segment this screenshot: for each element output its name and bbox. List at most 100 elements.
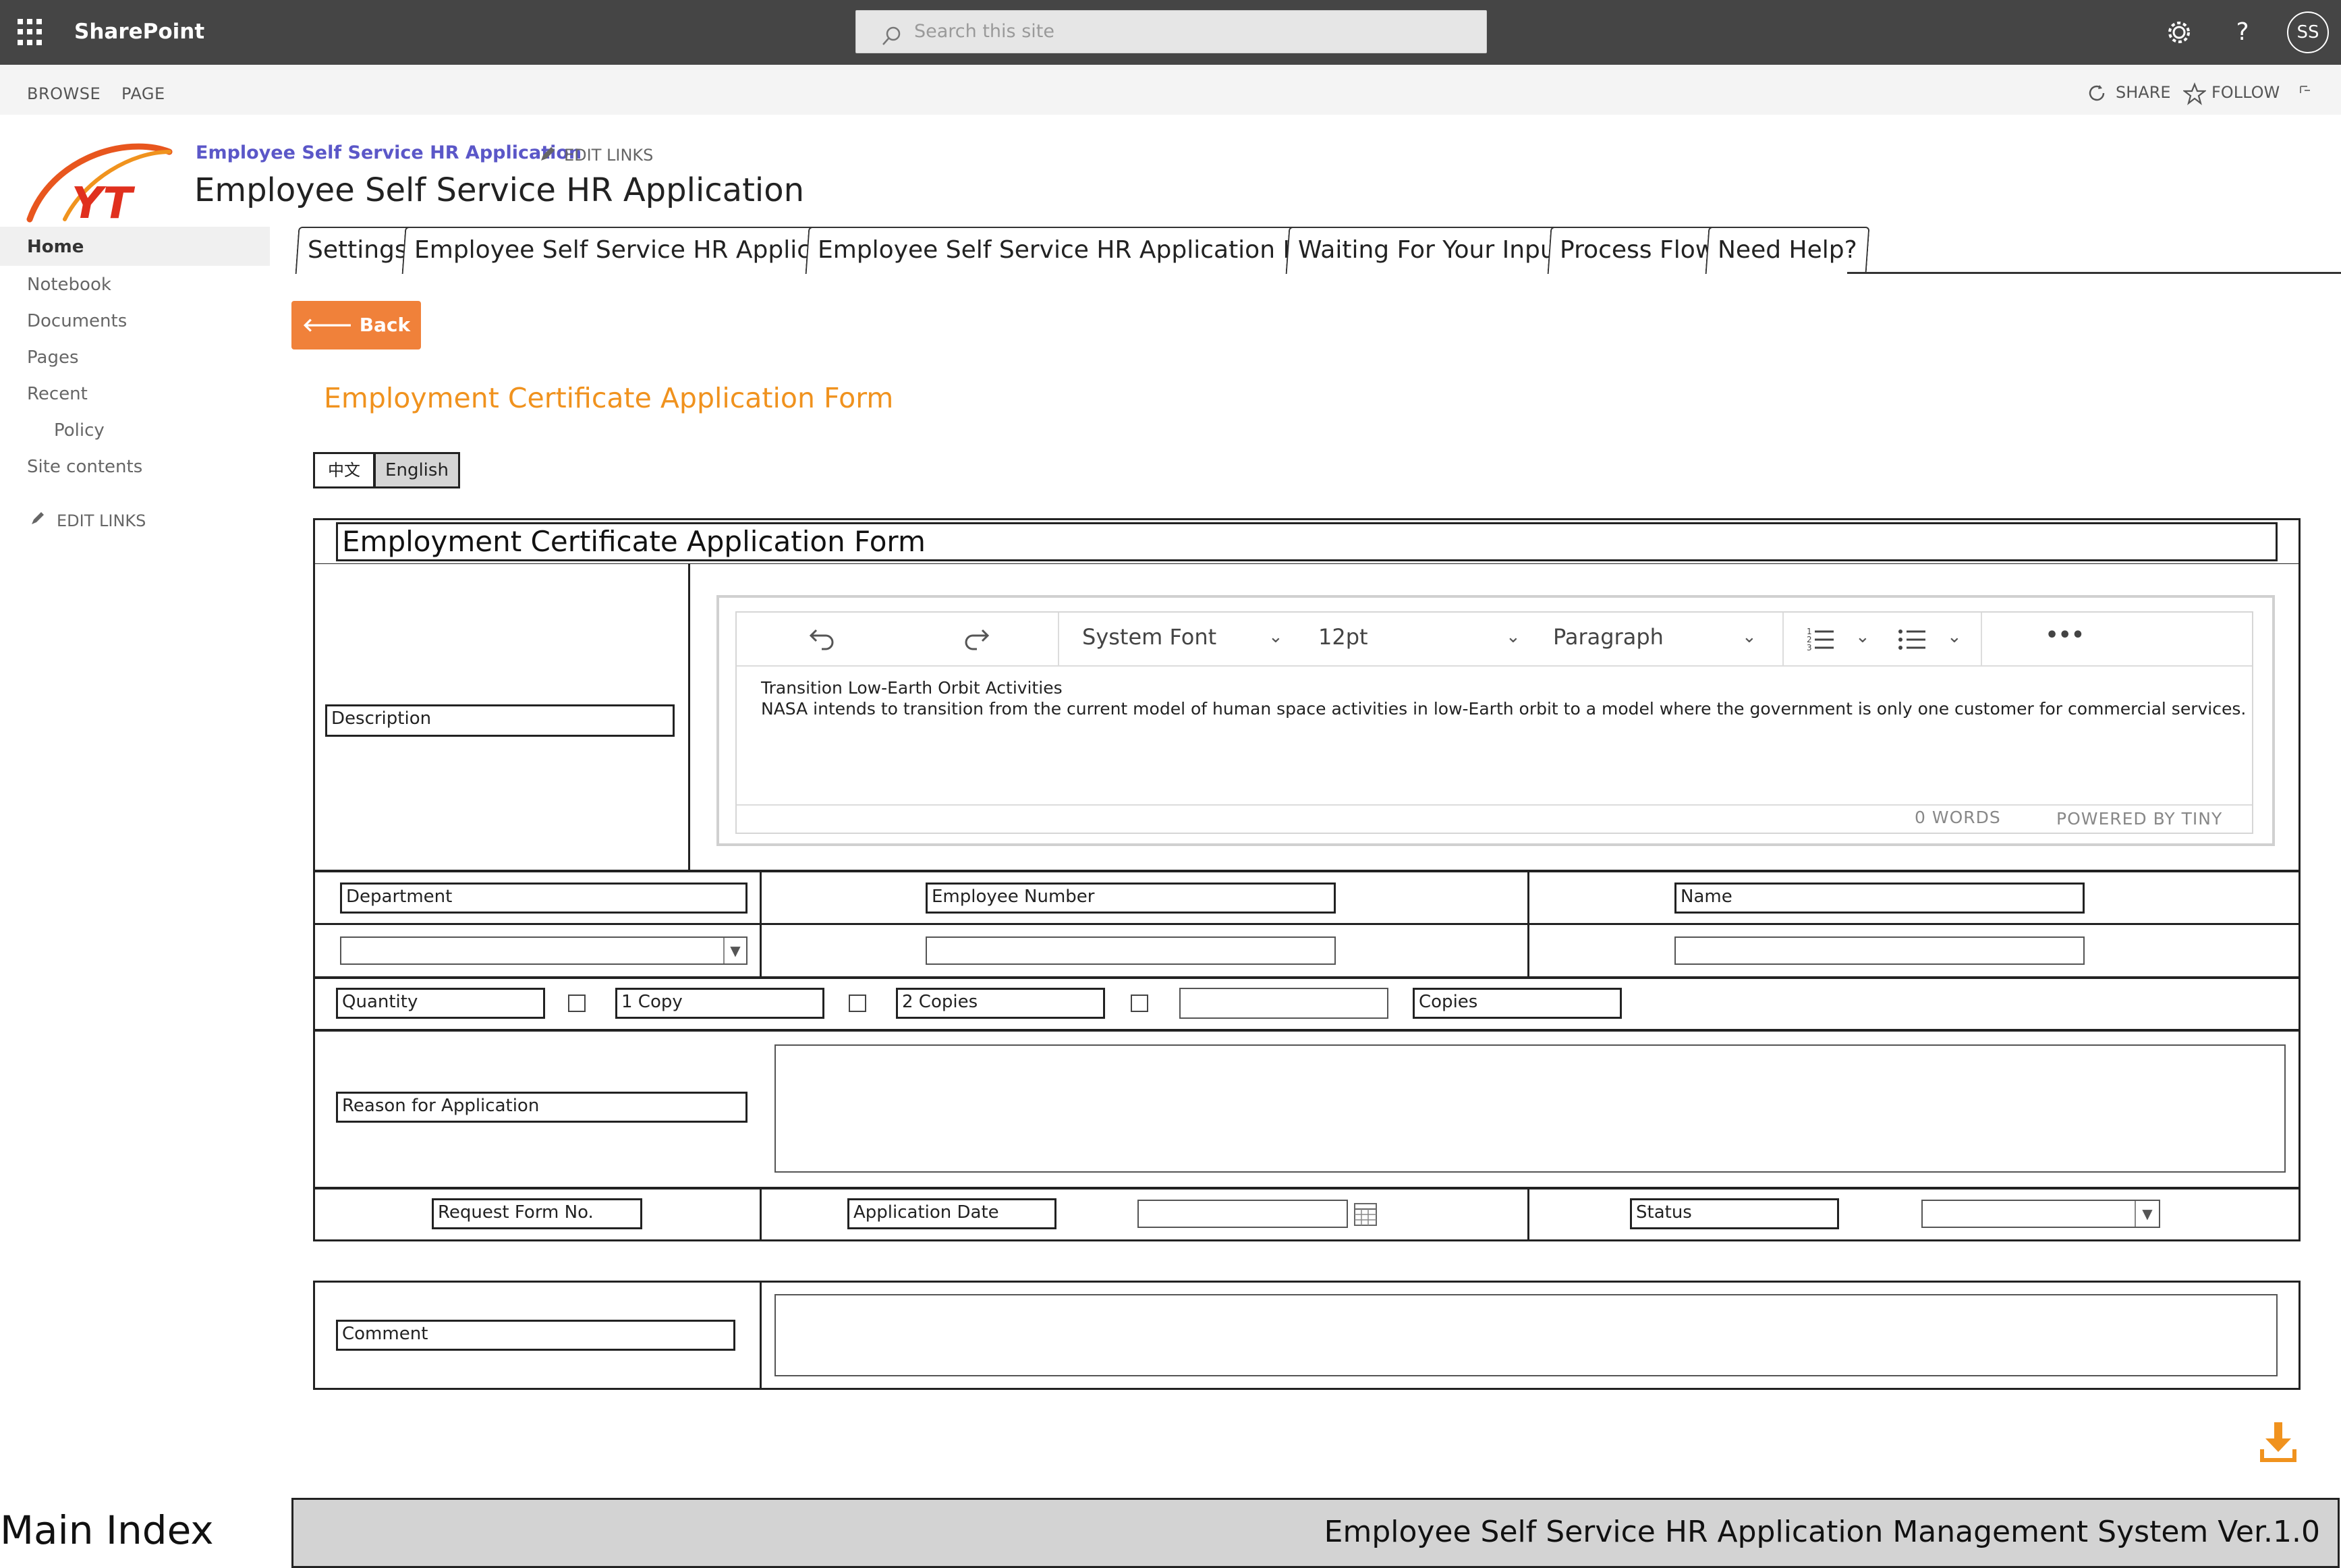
chevron-down-icon[interactable]: ⌄ <box>1947 623 1962 650</box>
application-date-field[interactable] <box>1137 1200 1348 1228</box>
ribbon: BROWSE PAGE SHARE FOLLOW <box>0 65 2341 115</box>
share-icon[interactable] <box>2086 82 2108 104</box>
dropdown-arrow-icon[interactable]: ▼ <box>2135 1201 2159 1227</box>
employee-number-field[interactable] <box>926 936 1336 965</box>
system-name: Employee Self Service HR Application Man… <box>1324 1515 2320 1549</box>
block-format-select[interactable]: Paragraph <box>1553 621 1664 653</box>
tab-process-label: Process Flow <box>1560 236 1716 264</box>
back-button[interactable]: 🡐 Back <box>291 301 421 349</box>
chevron-down-icon[interactable]: ⌄ <box>1742 623 1757 650</box>
editor-content-line-2: NASA intends to transition from the curr… <box>761 699 2247 719</box>
ribbon-tab-browse[interactable]: BROWSE <box>27 84 101 104</box>
font-family-select[interactable]: System Font <box>1082 621 1216 653</box>
comment-label: Comment <box>336 1320 735 1351</box>
department-select[interactable] <box>340 936 748 965</box>
tab-waiting-input[interactable]: Waiting For Your Input <box>1285 227 1578 274</box>
dropdown-arrow-icon[interactable]: ▼ <box>723 938 746 963</box>
sidebar-item-site-contents[interactable]: Site contents <box>27 455 142 479</box>
chevron-down-icon[interactable]: ⌄ <box>1268 623 1283 650</box>
focus-mode-icon[interactable] <box>2299 85 2314 100</box>
chevron-down-icon[interactable]: ⌄ <box>1855 623 1870 650</box>
more-options-icon[interactable]: ••• <box>2046 619 2085 652</box>
bullet-list-icon[interactable] <box>1897 625 1927 652</box>
powered-by-tiny[interactable]: POWERED BY TINY <box>2056 808 2222 830</box>
comment-textarea[interactable] <box>774 1294 2278 1376</box>
checkbox-2-copies[interactable] <box>849 995 866 1012</box>
sidebar-item-home[interactable]: Home <box>27 235 84 259</box>
search-icon <box>882 26 901 45</box>
share-button[interactable]: SHARE <box>2116 82 2171 103</box>
tab-need-help[interactable]: Need Help? <box>1705 227 1870 274</box>
word-count: 0 WORDS <box>1915 808 2001 827</box>
gear-icon[interactable] <box>2163 16 2195 49</box>
name-label: Name <box>1674 883 2085 914</box>
font-size-select[interactable]: 12pt <box>1318 621 1368 653</box>
download-icon[interactable] <box>2260 1421 2296 1463</box>
sidebar-item-policy[interactable]: Policy <box>54 418 105 443</box>
divider <box>688 564 690 872</box>
sidebar-edit-links[interactable]: EDIT LINKS <box>57 509 146 533</box>
main-index-link[interactable]: Main Index <box>0 1505 214 1556</box>
search-input[interactable]: Search this site <box>914 20 1054 43</box>
language-zh-button[interactable]: 中文 <box>313 452 375 488</box>
page-title: Employee Self Service HR Application <box>194 171 805 209</box>
tab-help-label: Need Help? <box>1718 236 1857 264</box>
help-icon[interactable]: ? <box>2226 16 2259 49</box>
quantity-label: Quantity <box>336 988 545 1019</box>
tab-settings[interactable]: Settings <box>295 227 420 274</box>
toolbar-separator <box>1058 613 1059 667</box>
editor-status-divider <box>737 804 2252 806</box>
option-2-copies-label: 2 Copies <box>896 988 1105 1019</box>
request-form-no-label: Request Form No. <box>432 1198 642 1229</box>
arrow-left-icon: 🡐 <box>302 314 360 336</box>
redo-icon[interactable] <box>961 623 992 650</box>
status-select[interactable] <box>1921 1200 2160 1228</box>
search-box[interactable]: Search this site <box>855 10 1487 53</box>
calendar-icon[interactable] <box>1353 1201 1378 1227</box>
site-breadcrumb-link[interactable]: Employee Self Service HR Application <box>196 142 582 165</box>
toolbar-separator <box>1782 613 1784 667</box>
editor-content-line-1: Transition Low-Earth Orbit Activities <box>761 678 1063 698</box>
follow-button[interactable]: FOLLOW <box>2211 82 2280 103</box>
reason-textarea[interactable] <box>774 1044 2286 1173</box>
numbered-list-icon[interactable]: 1 2 3 <box>1805 625 1835 652</box>
star-icon[interactable] <box>2183 82 2206 105</box>
avatar[interactable]: SS <box>2287 11 2329 53</box>
brand-label[interactable]: SharePoint <box>74 15 204 49</box>
divider <box>1527 870 1529 978</box>
checkbox-custom-copies[interactable] <box>1131 995 1148 1012</box>
custom-copies-field[interactable] <box>1179 988 1388 1019</box>
divider <box>760 870 762 978</box>
tab-settings-label: Settings <box>308 236 407 264</box>
sidebar-item-pages[interactable]: Pages <box>27 345 79 370</box>
app-launcher-icon[interactable] <box>18 19 45 46</box>
undo-icon[interactable] <box>807 623 838 650</box>
checkbox-1-copy[interactable] <box>568 995 586 1012</box>
tab-waiting-label: Waiting For Your Input <box>1298 236 1565 264</box>
department-label: Department <box>340 883 748 914</box>
option-1-copy-label: 1 Copy <box>615 988 824 1019</box>
name-field[interactable] <box>1674 936 2085 965</box>
toolbar-separator <box>1981 613 1982 667</box>
back-button-label: Back <box>359 314 411 336</box>
language-en-button[interactable]: English <box>374 452 460 488</box>
form-title: Employment Certificate Application Form <box>336 522 2278 561</box>
status-label: Status <box>1630 1198 1839 1229</box>
editor-toolbar-divider <box>737 665 2252 667</box>
tab-process-flow[interactable]: Process Flow <box>1547 227 1728 274</box>
ribbon-tab-page[interactable]: PAGE <box>121 84 165 104</box>
reason-label: Reason for Application <box>336 1092 748 1123</box>
pencil-icon[interactable] <box>538 146 556 163</box>
form-heading: Employment Certificate Application Form <box>324 382 894 414</box>
application-date-label: Application Date <box>847 1198 1056 1229</box>
edit-links-top[interactable]: EDIT LINKS <box>564 144 653 166</box>
divider <box>760 1281 762 1390</box>
chevron-down-icon[interactable]: ⌄ <box>1506 623 1521 650</box>
company-logo: YT <box>26 143 173 227</box>
sidebar-item-documents[interactable]: Documents <box>27 309 127 333</box>
footer-bar: Employee Self Service HR Application Man… <box>291 1498 2340 1568</box>
pencil-icon[interactable] <box>30 510 46 526</box>
sidebar-item-notebook[interactable]: Notebook <box>27 273 111 297</box>
sidebar-item-recent[interactable]: Recent <box>27 382 88 406</box>
tab-application-label: Employee Self Service HR Application <box>414 236 872 264</box>
